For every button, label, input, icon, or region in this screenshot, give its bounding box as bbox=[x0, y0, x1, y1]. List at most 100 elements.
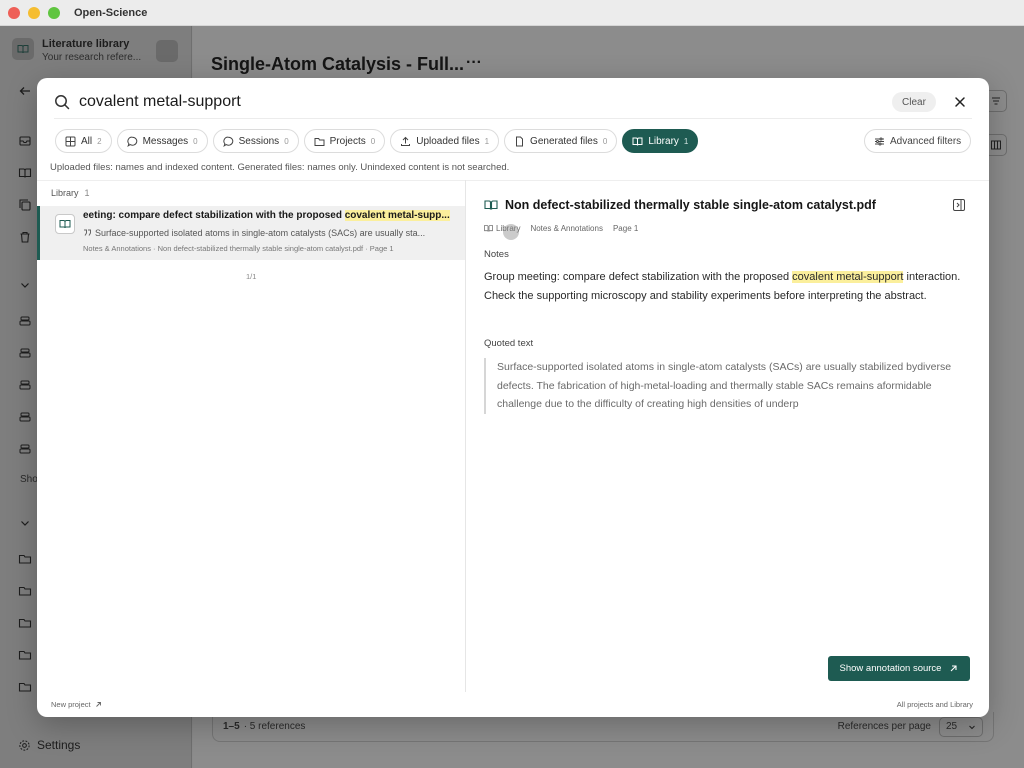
settings-button[interactable]: Settings bbox=[18, 738, 80, 752]
count-label: · 5 references bbox=[243, 721, 306, 732]
stack-icon[interactable] bbox=[18, 346, 32, 360]
gear-icon bbox=[19, 739, 30, 751]
filter-chip-label: Projects bbox=[329, 135, 366, 147]
trash-icon[interactable] bbox=[18, 230, 32, 244]
minimize-window-button[interactable] bbox=[28, 6, 40, 19]
search-divider bbox=[54, 118, 972, 119]
collapse-panel-icon[interactable] bbox=[952, 198, 966, 212]
filter-chip-all[interactable]: All 2 bbox=[55, 129, 112, 153]
folder-icon[interactable] bbox=[18, 648, 32, 662]
more-options-button[interactable]: ··· bbox=[466, 54, 482, 72]
file-icon bbox=[516, 136, 524, 146]
notes-prefix: Group meeting: compare defect stabilizat… bbox=[484, 271, 793, 283]
chat-bubble-icon bbox=[222, 136, 233, 147]
detail-title: Non defect-stabilized thermally stable s… bbox=[505, 198, 876, 212]
filter-chip-count: 1 bbox=[484, 136, 490, 146]
book-icon bbox=[632, 137, 643, 146]
filter-chip-projects[interactable]: Projects 0 bbox=[303, 129, 386, 153]
filter-chip-count: 0 bbox=[284, 136, 289, 146]
chat-bubble-icon bbox=[126, 136, 137, 147]
result-snippet-text: Surface-supported isolated atoms in sing… bbox=[95, 228, 426, 238]
stack-icon[interactable] bbox=[18, 314, 32, 328]
advanced-filters-button[interactable]: Advanced filters bbox=[864, 129, 972, 153]
filter-chip-label: All bbox=[81, 135, 93, 147]
clear-button[interactable]: Clear bbox=[892, 92, 936, 112]
folder-icon[interactable] bbox=[18, 552, 32, 566]
pane-divider bbox=[465, 180, 466, 692]
scope-label: All projects and Library bbox=[896, 700, 973, 709]
chevron-down-icon bbox=[969, 725, 975, 729]
mouse-cursor bbox=[503, 224, 519, 240]
close-icon[interactable] bbox=[952, 94, 968, 110]
folder-icon[interactable] bbox=[18, 680, 32, 694]
filter-chip-messages[interactable]: Messages 0 bbox=[116, 129, 208, 153]
search-scope-hint: Uploaded files: names and indexed conten… bbox=[50, 162, 510, 173]
folder-icon[interactable] bbox=[18, 584, 32, 598]
library-title: Literature library bbox=[42, 38, 130, 50]
library-header[interactable]: Literature library Your research refere.… bbox=[12, 38, 141, 63]
close-window-button[interactable] bbox=[8, 6, 20, 19]
stack-icon[interactable] bbox=[18, 442, 32, 456]
result-meta: Notes & Annotations · Non defect-stabili… bbox=[83, 244, 394, 253]
grid-icon bbox=[65, 136, 76, 146]
book-icon bbox=[55, 214, 75, 234]
results-group-header: Library 1 bbox=[51, 188, 90, 198]
app-title: Open-Science bbox=[74, 6, 148, 19]
search-input[interactable] bbox=[79, 90, 859, 114]
filter-chips: All 2 Messages 0 Sessions 0 Projects 0 U… bbox=[55, 129, 699, 153]
show-more-link[interactable]: Sho bbox=[20, 474, 38, 485]
maximize-window-button[interactable] bbox=[48, 6, 60, 19]
results-group-label: Library bbox=[51, 188, 79, 198]
folder-icon[interactable] bbox=[18, 616, 32, 630]
filter-chip-count: 1 bbox=[683, 136, 689, 146]
rpp-select[interactable]: 25 bbox=[939, 716, 983, 737]
result-title-highlight: covalent metal-supp... bbox=[344, 210, 450, 221]
filter-chip-count: 0 bbox=[193, 136, 198, 146]
library-book-icon bbox=[12, 38, 34, 60]
rpp-value: 25 bbox=[946, 721, 958, 732]
stack-icon[interactable] bbox=[18, 410, 32, 424]
new-project-label: New project bbox=[51, 700, 91, 709]
back-arrow-icon[interactable] bbox=[18, 84, 32, 98]
settings-label: Settings bbox=[37, 738, 81, 752]
show-annotation-source-button[interactable]: Show annotation source bbox=[828, 656, 970, 681]
content-divider bbox=[37, 180, 989, 181]
filter-chip-sessions[interactable]: Sessions 0 bbox=[212, 129, 299, 153]
result-title: eeting: compare defect stabilization wit… bbox=[83, 210, 453, 221]
filter-chip-count: 2 bbox=[97, 136, 102, 146]
filter-chip-library[interactable]: Library 1 bbox=[622, 129, 699, 153]
rpp-label: References per page bbox=[837, 721, 931, 732]
inbox-icon[interactable] bbox=[18, 134, 32, 148]
filter-chip-label: Generated files bbox=[530, 135, 598, 147]
notes-highlight: covalent metal-support bbox=[792, 271, 904, 283]
library-subtitle: Your research refere... bbox=[42, 52, 142, 63]
chevron-down-icon[interactable] bbox=[18, 516, 32, 530]
new-project-link[interactable]: New project bbox=[51, 700, 102, 709]
upload-icon bbox=[401, 136, 411, 146]
quote-icon bbox=[84, 229, 91, 236]
result-snippet: Surface-supported isolated atoms in sing… bbox=[83, 228, 453, 238]
notes-label: Notes bbox=[484, 249, 509, 260]
folder-icon bbox=[314, 137, 325, 146]
window-controls bbox=[8, 6, 60, 19]
filter-chip-label: Uploaded files bbox=[416, 135, 480, 147]
filter-chip-generated-files[interactable]: Generated files 0 bbox=[504, 129, 618, 153]
detail-tag: Notes & Annotations bbox=[530, 224, 603, 233]
search-result-item[interactable]: eeting: compare defect stabilization wit… bbox=[37, 206, 465, 260]
stack-icon[interactable] bbox=[18, 378, 32, 392]
notes-text: Group meeting: compare defect stabilizat… bbox=[484, 268, 964, 305]
filter-chip-uploaded-files[interactable]: Uploaded files 1 bbox=[390, 129, 500, 153]
search-icon bbox=[55, 95, 70, 110]
book-icon bbox=[484, 200, 498, 210]
results-group-count: 1 bbox=[84, 188, 90, 198]
chevron-down-icon[interactable] bbox=[18, 278, 32, 292]
sidebar-toggle-button[interactable] bbox=[156, 40, 178, 62]
book-icon[interactable] bbox=[18, 166, 32, 180]
filter-chip-label: Library bbox=[648, 135, 679, 147]
quoted-text: Surface-supported isolated atoms in sing… bbox=[484, 358, 974, 414]
filter-chip-label: Messages bbox=[142, 135, 189, 147]
external-arrow-icon bbox=[95, 702, 101, 707]
advanced-filters-label: Advanced filters bbox=[890, 135, 962, 147]
copy-icon[interactable] bbox=[18, 198, 32, 212]
quoted-text-label: Quoted text bbox=[484, 338, 534, 349]
